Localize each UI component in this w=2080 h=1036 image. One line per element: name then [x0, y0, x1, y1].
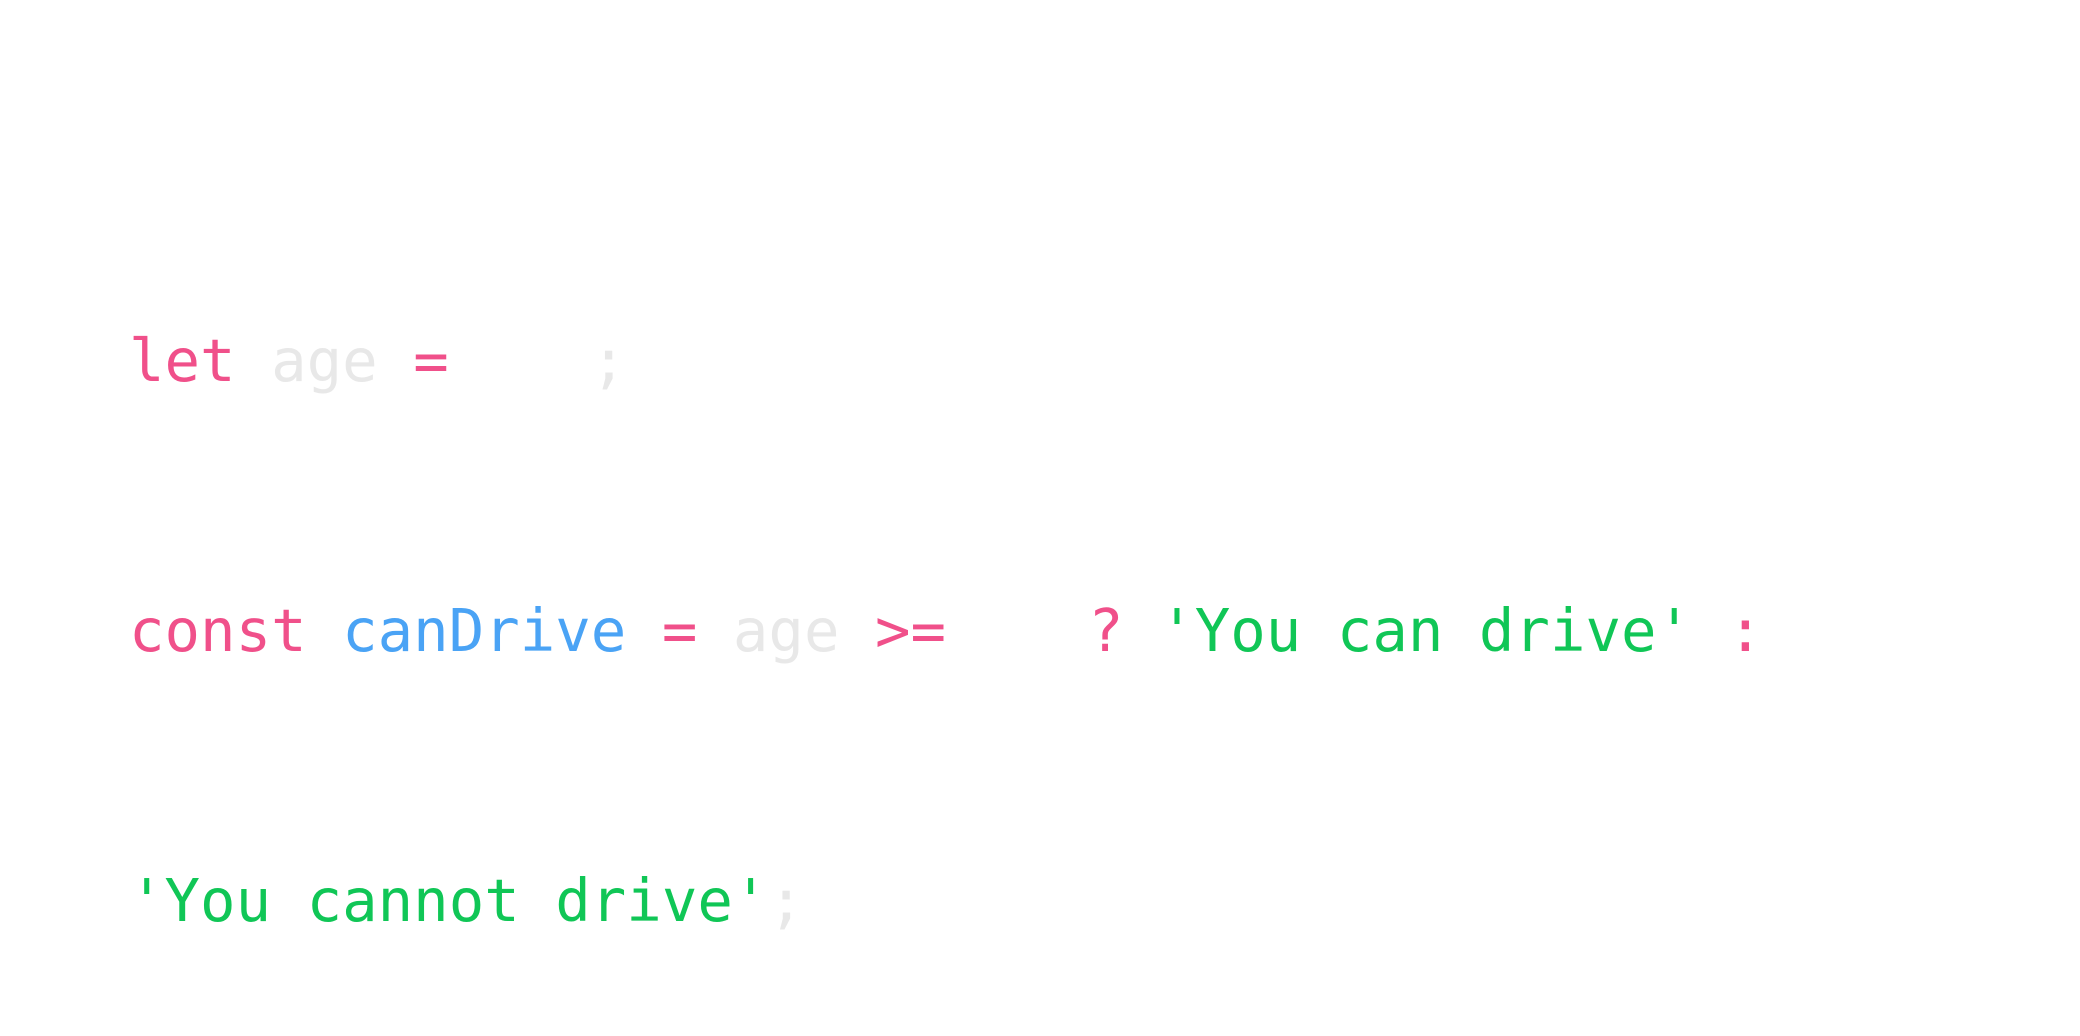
semicolon: ;	[590, 326, 627, 395]
identifier-age: age	[732, 596, 840, 665]
identifier-age: age	[271, 326, 378, 395]
code-line-3: 'You cannot drive';	[129, 856, 1763, 946]
code-block: let age = ; const canDrive = age >= ? 'Y…	[129, 136, 1763, 1036]
assign-operator: =	[413, 326, 449, 395]
assign-operator: =	[661, 596, 698, 665]
semicolon: ;	[768, 866, 804, 935]
string-can-drive: 'You can drive'	[1159, 596, 1693, 665]
code-line-1: let age = ;	[129, 316, 1763, 406]
ternary-colon: :	[1727, 596, 1764, 665]
compare-operator: >=	[875, 596, 947, 665]
keyword-let: let	[129, 326, 236, 395]
string-cannot-drive: 'You cannot drive'	[129, 866, 769, 935]
keyword-const: const	[129, 596, 307, 665]
ternary-question: ?	[1088, 596, 1124, 665]
code-line-2: const canDrive = age >= ? 'You can drive…	[129, 586, 1763, 676]
identifier-candrive: canDrive	[342, 596, 627, 665]
